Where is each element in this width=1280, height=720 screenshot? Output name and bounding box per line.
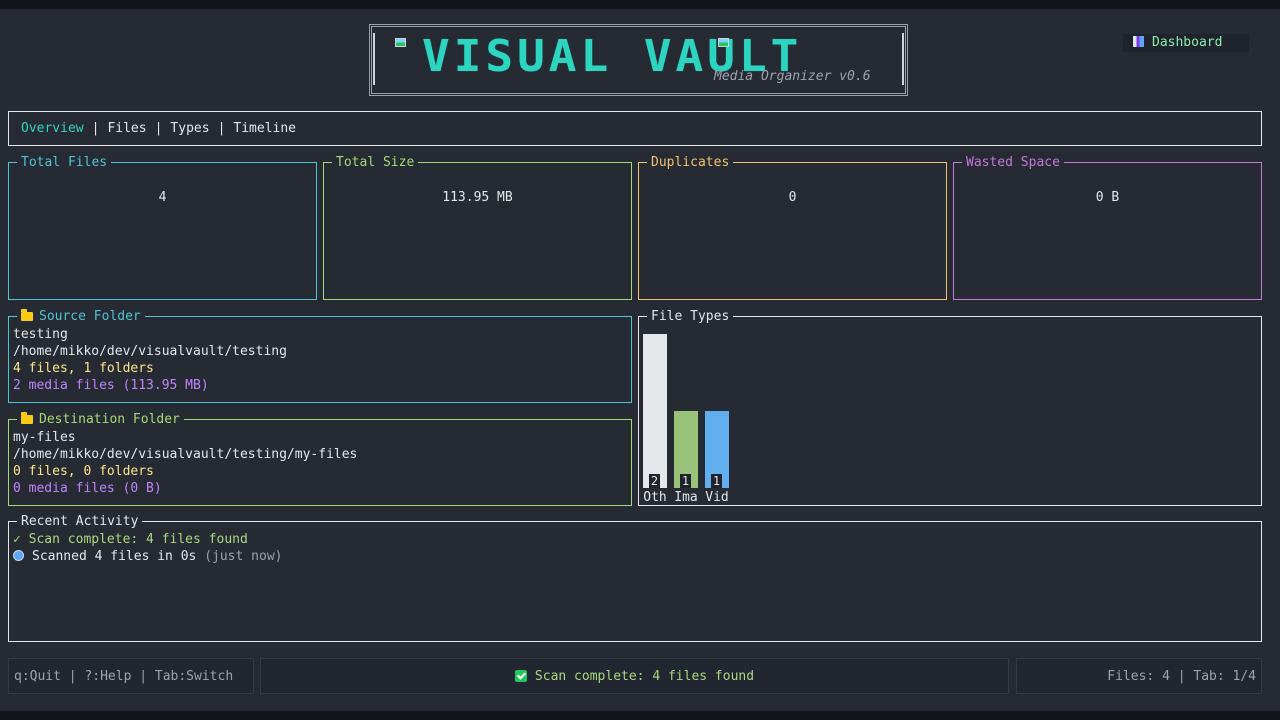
image-icon: [395, 38, 406, 47]
source-folder-counts: 4 files, 1 folders: [13, 361, 154, 376]
destination-folder-path: /home/mikko/dev/visualvault/testing/my-f…: [13, 447, 358, 462]
app-logo: VISUAL VAULT Media Organizer v0.6: [369, 24, 908, 96]
chart-bar-count: 1: [680, 474, 691, 488]
stat-total-files-value: 4: [158, 190, 167, 205]
stat-total-size-value: 113.95 MB: [442, 190, 513, 205]
destination-folder-name: my-files: [13, 430, 76, 445]
chart-bar-count: 1: [711, 474, 722, 488]
destination-folder-counts: 0 files, 0 folders: [13, 464, 154, 479]
activity-item: ✓ Scan complete: 4 files found: [13, 532, 248, 547]
stat-wasted-space-value: 0 B: [1095, 190, 1120, 205]
tab-timeline[interactable]: Timeline: [233, 121, 296, 136]
activity-time: (just now): [204, 549, 283, 564]
chart-category-label: Vid: [705, 490, 729, 505]
stat-total-files-label: Total Files: [17, 154, 112, 171]
tab-files[interactable]: Files: [107, 121, 146, 136]
stat-duplicates-label: Duplicates: [647, 154, 734, 171]
stat-duplicates: Duplicates 0: [638, 154, 947, 300]
recent-activity-title: Recent Activity: [17, 513, 143, 530]
chart-bar-count: 2: [649, 474, 660, 488]
status-info-text: Files: 4 | Tab: 1/4: [1107, 669, 1256, 684]
activity-item: Scanned 4 files in 0s (just now): [13, 548, 282, 565]
status-info: Files: 4 | Tab: 1/4: [1016, 658, 1262, 694]
dashboard-label: Dashboard: [1152, 35, 1223, 50]
stat-duplicates-value: 0: [788, 190, 797, 205]
dashboard-button[interactable]: Dashboard: [1123, 34, 1249, 52]
chart-icon: [1133, 36, 1144, 47]
stat-total-files: Total Files 4: [8, 154, 317, 300]
tab-overview[interactable]: Overview: [21, 121, 84, 136]
chart-category-label: Oth: [643, 490, 667, 505]
status-message-text: Scan complete: 4 files found: [534, 669, 755, 684]
chart-bar: 2: [643, 334, 667, 488]
file-types-chart: 2 Oth 1 Ima 1 Vid: [639, 317, 1261, 505]
logo-subtitle: Media Organizer v0.6: [714, 69, 871, 84]
keybinding-hints: q:Quit | ?:Help | Tab:Switch: [14, 669, 234, 684]
app-screen: VISUAL VAULT Media Organizer v0.6 Dashbo…: [0, 9, 1280, 711]
stat-wasted-space: Wasted Space 0 B: [953, 154, 1262, 300]
source-folder-panel: Source Folder testing /home/mikko/dev/vi…: [8, 308, 632, 403]
magnifier-icon: [13, 550, 24, 561]
tab-separator: |: [154, 121, 163, 136]
destination-folder-title: Destination Folder: [39, 412, 180, 427]
check-icon: [514, 670, 527, 682]
recent-activity-panel: Recent Activity ✓ Scan complete: 4 files…: [8, 513, 1262, 642]
image-icon: [718, 38, 729, 47]
source-folder-path: /home/mikko/dev/visualvault/testing: [13, 344, 287, 359]
source-folder-name: testing: [13, 327, 68, 342]
destination-folder-media: 0 media files (0 B): [13, 481, 162, 496]
folder-icon: [21, 412, 33, 424]
stat-wasted-space-label: Wasted Space: [962, 154, 1064, 171]
file-types-panel: File Types 2 Oth 1 Ima 1 Vid: [638, 308, 1262, 506]
stat-total-size-label: Total Size: [332, 154, 419, 171]
tab-separator: |: [91, 121, 100, 136]
status-message: Scan complete: 4 files found: [260, 658, 1009, 694]
chart-bar: 1: [674, 411, 698, 488]
tab-types[interactable]: Types: [170, 121, 209, 136]
status-keys: q:Quit | ?:Help | Tab:Switch: [8, 658, 254, 694]
source-folder-media: 2 media files (113.95 MB): [13, 378, 209, 393]
source-folder-title: Source Folder: [39, 309, 141, 324]
chart-category-label: Ima: [674, 490, 698, 505]
chart-bar: 1: [705, 411, 729, 488]
tab-bar: Overview | Files | Types | Timeline: [8, 111, 1262, 146]
tab-separator: |: [217, 121, 226, 136]
destination-folder-panel: Destination Folder my-files /home/mikko/…: [8, 411, 632, 506]
folder-icon: [21, 309, 33, 321]
stat-total-size: Total Size 113.95 MB: [323, 154, 632, 300]
